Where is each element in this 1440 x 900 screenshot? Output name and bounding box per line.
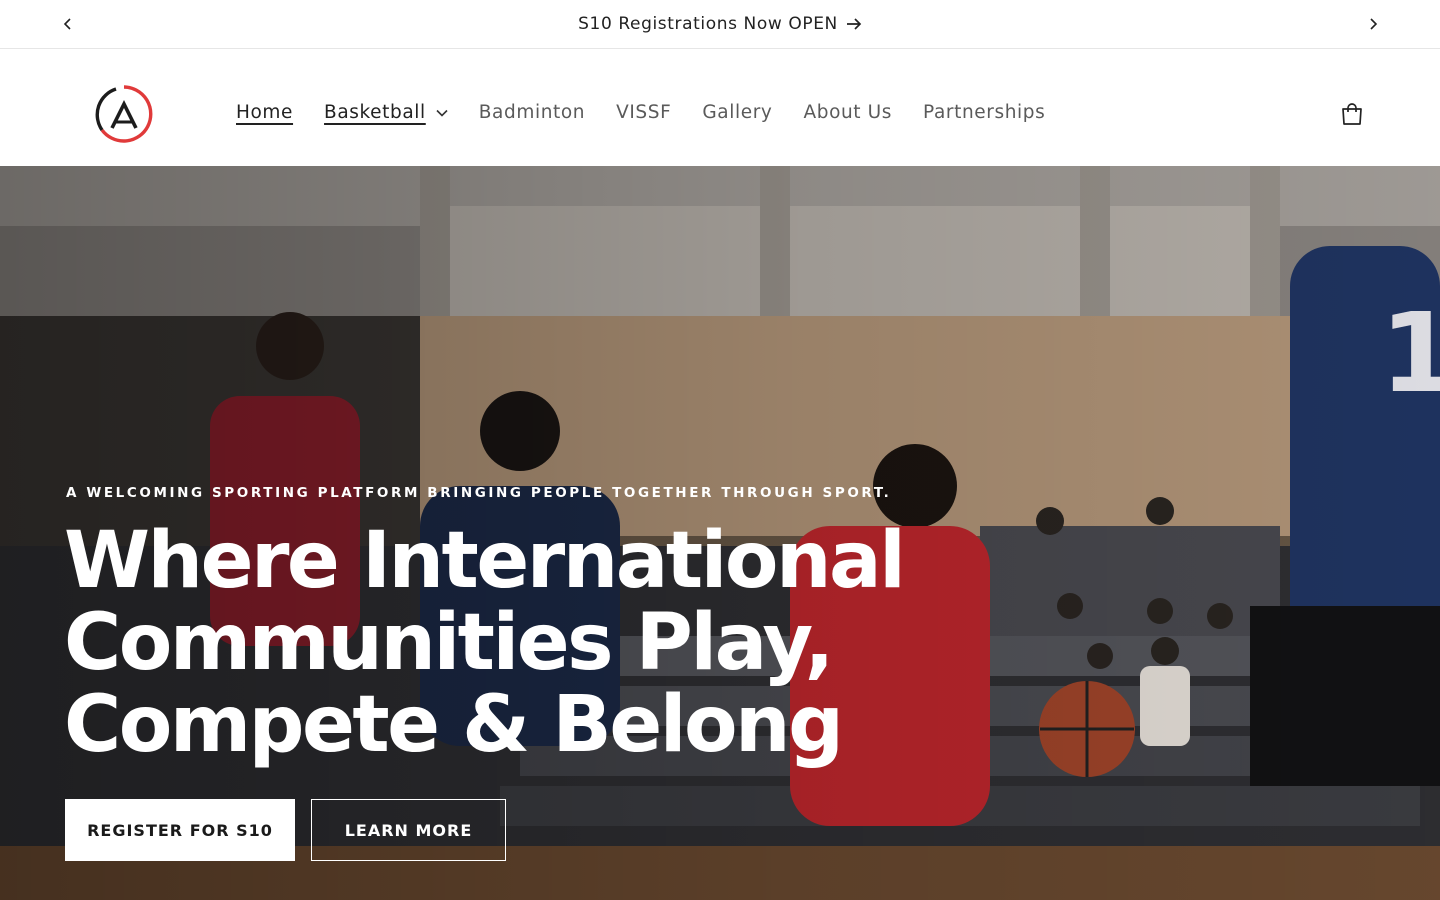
announcement-link[interactable]: S10 Registrations Now OPEN	[578, 14, 862, 34]
headline-line-1: Where International	[64, 516, 906, 606]
brand-logo-icon	[95, 85, 153, 143]
nav-item-home[interactable]: Home	[236, 100, 293, 126]
headline-line-2: Communities Play,	[64, 598, 834, 688]
nav-label-gallery: Gallery	[702, 102, 773, 123]
register-button[interactable]: REGISTER FOR S10	[65, 799, 295, 861]
nav-item-partnerships[interactable]: Partnerships	[923, 100, 1045, 126]
nav-label-home: Home	[236, 102, 294, 123]
announcement-bar: S10 Registrations Now OPEN	[0, 0, 1440, 49]
hero-headline: Where International Communities Play, Co…	[64, 520, 964, 766]
hero-eyebrow: A WELCOMING SPORTING PLATFORM BRINGING P…	[66, 485, 892, 501]
nav-label-basketball: Basketball	[324, 102, 426, 123]
shopping-bag-icon	[1342, 103, 1362, 125]
announcement-prev-button[interactable]	[56, 12, 80, 36]
nav-label-vissf: VISSF	[616, 102, 672, 123]
announcement-next-button[interactable]	[1361, 12, 1385, 36]
chevron-right-icon	[1370, 18, 1378, 30]
cart-button[interactable]	[1338, 100, 1366, 128]
nav-label-badminton: Badminton	[478, 102, 586, 123]
nav-item-basketball[interactable]: Basketball	[324, 100, 448, 126]
nav-item-about-us[interactable]: About Us	[803, 100, 892, 126]
main-navigation: Home Basketball Badminton VISSF Gallery …	[236, 100, 1076, 126]
chevron-left-icon	[63, 18, 71, 30]
nav-item-gallery[interactable]: Gallery	[702, 100, 772, 126]
site-logo-link[interactable]	[94, 84, 154, 144]
chevron-down-icon	[436, 109, 448, 117]
site-header: Home Basketball Badminton VISSF Gallery …	[0, 50, 1440, 166]
learn-more-button[interactable]: LEARN MORE	[311, 799, 506, 861]
arrow-right-icon	[846, 18, 862, 30]
hero-banner: 15 A WELCOMING SPORTING PLATFORM BRINGIN…	[0, 166, 1440, 900]
nav-label-about-us: About Us	[803, 102, 893, 123]
nav-item-badminton[interactable]: Badminton	[479, 100, 585, 126]
headline-line-3: Compete & Belong	[64, 680, 844, 770]
nav-label-partnerships: Partnerships	[923, 102, 1046, 123]
nav-item-vissf[interactable]: VISSF	[616, 100, 671, 126]
announcement-text: S10 Registrations Now OPEN	[578, 14, 838, 34]
